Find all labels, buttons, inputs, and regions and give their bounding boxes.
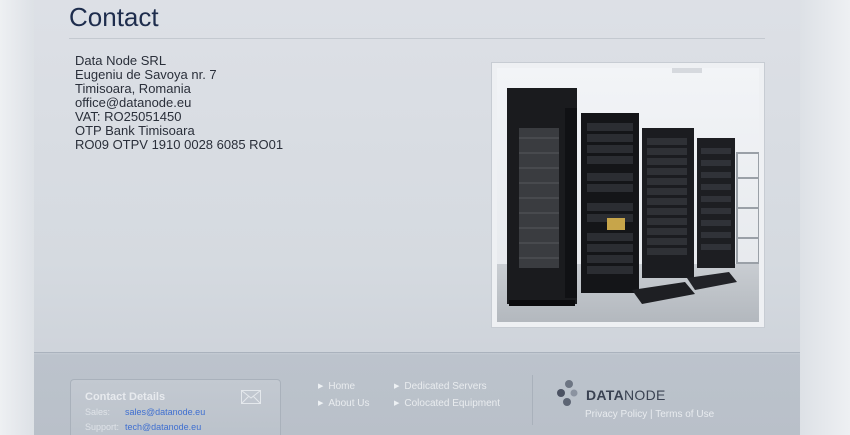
street-address: Eugeniu de Savoya nr. 7 [75, 67, 217, 82]
address-block: Data Node SRL Eugeniu de Savoya nr. 7 Ti… [75, 54, 283, 152]
content-page: Contact Data Node SRL Eugeniu de Savoya … [34, 0, 800, 435]
triangle-right-icon: ▶ [318, 383, 324, 390]
triangle-right-icon: ▶ [394, 383, 400, 390]
contact-details-box: Contact Details Sales: sales@datanode.eu … [70, 379, 281, 435]
footer-divider [532, 375, 533, 425]
footer-link-colocated-equipment[interactable]: ▶ Colocated Equipment [394, 398, 500, 409]
footer-link-colocated-label: Colocated Equipment [404, 398, 501, 409]
triangle-right-icon: ▶ [394, 400, 400, 407]
sales-row: Sales: sales@datanode.eu [85, 407, 205, 417]
company-name: Data Node SRL [75, 53, 167, 68]
iban: RO09 OTPV 1910 0028 6085 RO01 [75, 137, 284, 152]
footer-link-dedicated-label: Dedicated Servers [404, 381, 487, 392]
contact-details-title: Contact Details [85, 391, 166, 403]
server-photo-frame [491, 62, 765, 328]
sales-label: Sales: [85, 407, 111, 417]
legal-links: Privacy Policy | Terms of Use [585, 409, 714, 420]
footer-link-about-label: About Us [328, 398, 370, 409]
legal-separator: | [650, 409, 653, 420]
footer-link-home-label: Home [328, 381, 356, 392]
title-divider [69, 38, 765, 39]
datanode-logo-icon [557, 380, 578, 406]
footer-nav-col-2: ▶ Dedicated Servers ▶ Colocated Equipment [394, 381, 500, 415]
support-email-link[interactable]: tech@datanode.eu [125, 422, 201, 432]
support-row: Support: tech@datanode.eu [85, 422, 201, 432]
envelope-icon [241, 390, 261, 404]
triangle-right-icon: ▶ [318, 400, 324, 407]
footer-link-dedicated-servers[interactable]: ▶ Dedicated Servers [394, 381, 500, 392]
datanode-logo-text[interactable]: DATANODE [586, 387, 666, 403]
footer-nav-col-1: ▶ Home ▶ About Us [318, 381, 370, 415]
footer-link-about[interactable]: ▶ About Us [318, 398, 370, 409]
sales-email-link[interactable]: sales@datanode.eu [125, 407, 205, 417]
site-footer: Contact Details Sales: sales@datanode.eu … [34, 352, 800, 435]
page-title: Contact [69, 2, 159, 32]
logo-text-rest: NODE [624, 387, 666, 403]
server-racks-photo [497, 68, 759, 322]
office-email: office@datanode.eu [75, 95, 192, 110]
logo-text-bold: DATA [586, 387, 625, 403]
bank-name: OTP Bank Timisoara [75, 123, 195, 138]
privacy-policy-link[interactable]: Privacy Policy [585, 409, 647, 420]
vat-number: VAT: RO25051450 [75, 109, 182, 124]
support-label: Support: [85, 422, 120, 432]
terms-of-use-link[interactable]: Terms of Use [655, 409, 714, 420]
city-country: Timisoara, Romania [75, 81, 191, 96]
footer-link-home[interactable]: ▶ Home [318, 381, 370, 392]
